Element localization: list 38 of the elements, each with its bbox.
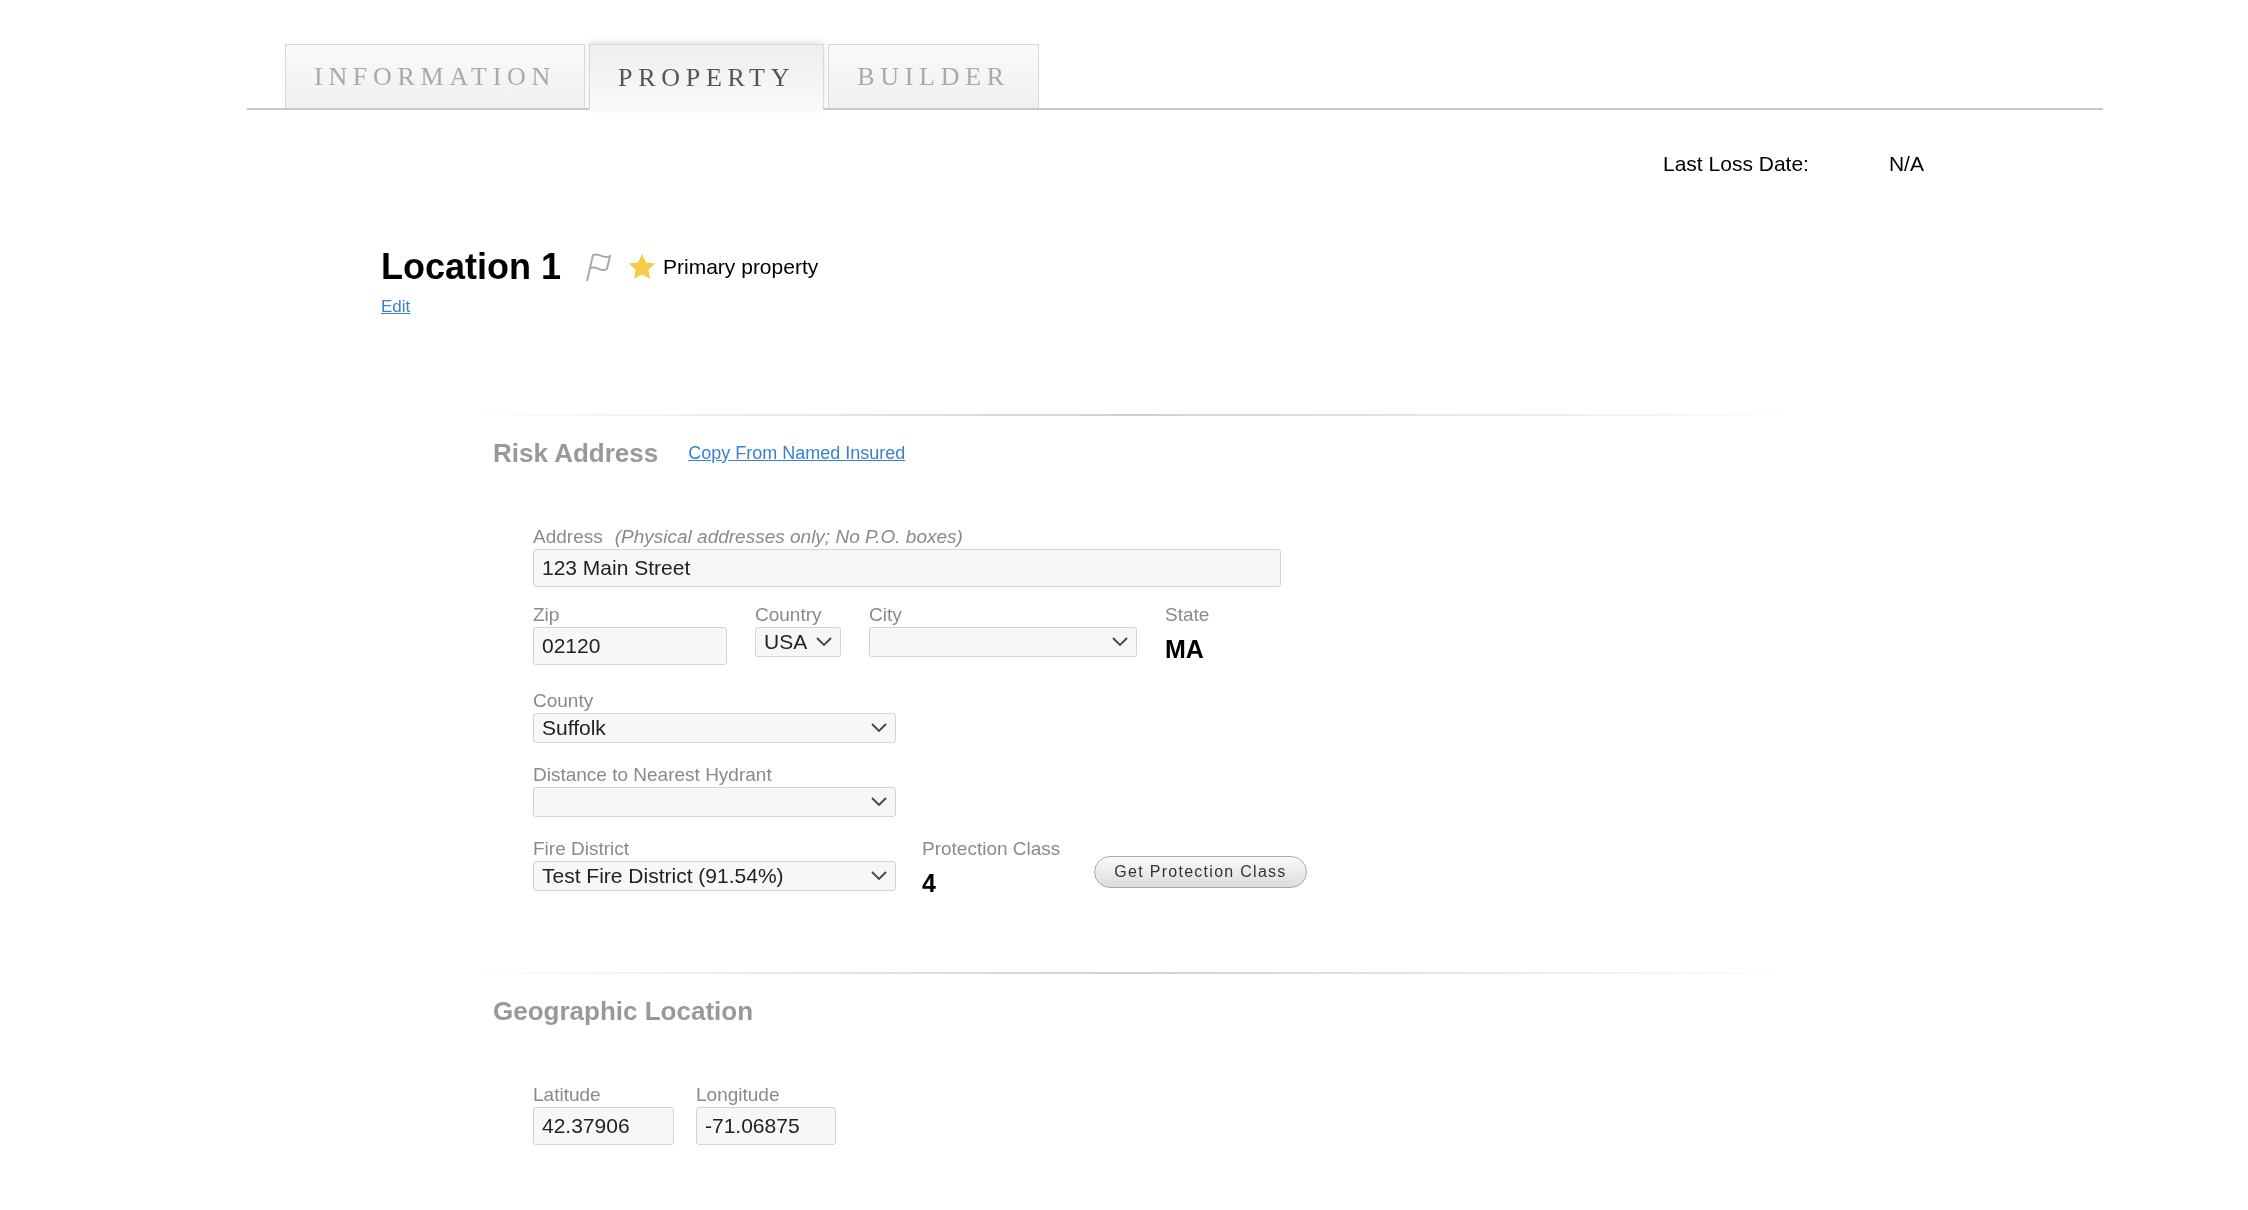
input-field[interactable]: -71.06875 [696, 1107, 836, 1145]
last-loss-value: N/A [1888, 151, 1924, 177]
field-label: Address [533, 525, 603, 549]
chevron-down-icon [871, 870, 887, 881]
section-heading: Risk Address [493, 437, 659, 470]
city-select[interactable] [869, 627, 1137, 657]
chevron-down-icon [1112, 637, 1128, 647]
field-label: Protection Class [922, 836, 1062, 861]
field-label: Longitude [696, 1083, 781, 1107]
get-protection-class-button[interactable]: Get Protection Class [1094, 855, 1307, 888]
chevron-down-icon [816, 637, 832, 647]
fire-district-select[interactable]: Test Fire District (91.54%) [533, 860, 896, 891]
county-select[interactable]: Suffolk [533, 712, 896, 743]
last-loss-label: Last Loss Date: [1663, 151, 1809, 177]
field-label: Latitude [533, 1083, 602, 1107]
section-heading: Geographic Location [493, 996, 754, 1026]
field-label: Country [755, 603, 823, 627]
copy-from-named-insured-link[interactable]: Copy From Named Insured [688, 440, 906, 467]
chevron-down-icon [871, 796, 887, 807]
input-field[interactable]: 42.37906 [533, 1107, 674, 1145]
edit-link[interactable]: Edit [381, 293, 411, 319]
protection-class-value: 4 [922, 867, 937, 899]
field-label: City [869, 603, 903, 627]
state-value: MA [1165, 634, 1205, 665]
field-label: Distance to Nearest Hydrant [533, 762, 773, 787]
hydrant-select[interactable] [533, 786, 896, 817]
address-hint: (Physical addresses only; No P.O. boxes) [614, 525, 963, 549]
input-field[interactable]: 02120 [533, 627, 727, 665]
input-field[interactable]: 123 Main Street [533, 549, 1281, 587]
field-label: State [1165, 603, 1210, 627]
tab[interactable]: PROPERTY [589, 44, 825, 110]
chevron-down-icon [871, 722, 887, 733]
primary-property-label: Primary property [663, 253, 819, 280]
country-select[interactable]: USA [755, 627, 841, 657]
field-label: County [533, 688, 595, 713]
location-title: Location 1 [381, 244, 562, 289]
field-label: Fire District [533, 836, 631, 861]
field-label: Zip [533, 603, 561, 627]
